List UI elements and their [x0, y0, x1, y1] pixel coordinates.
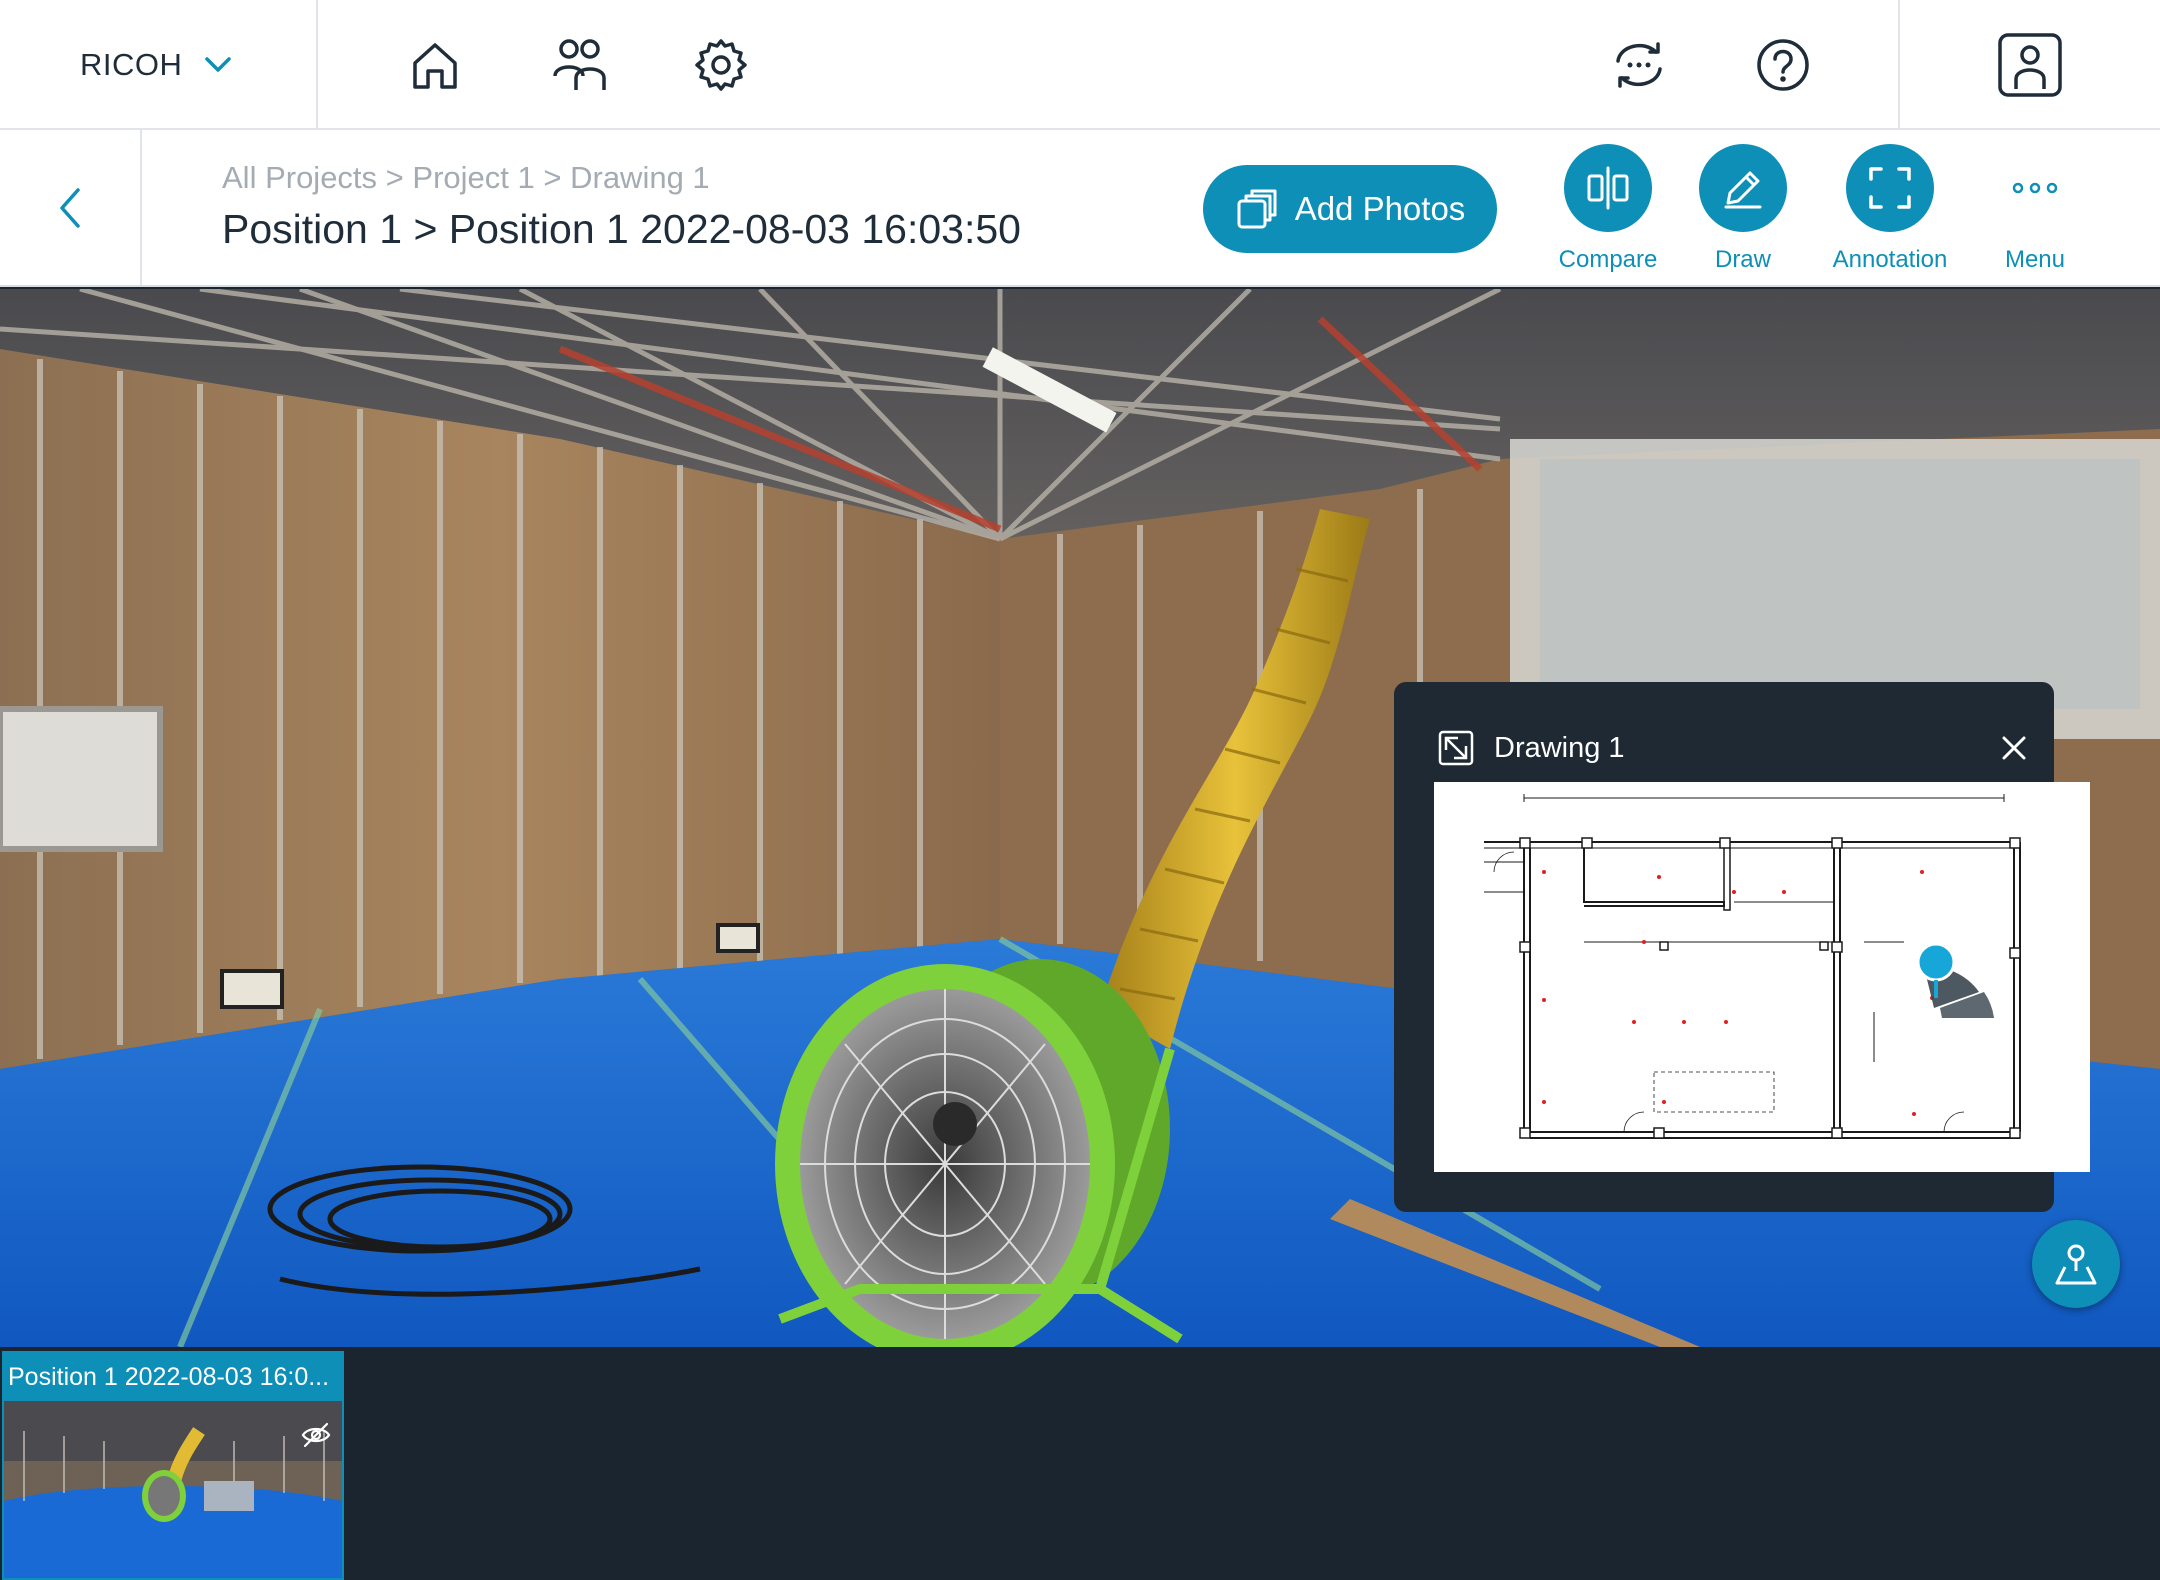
- drawing-minimap-panel: Drawing 1: [1394, 682, 2090, 1212]
- floor-plan-toggle-button[interactable]: [2032, 1220, 2120, 1308]
- breadcrumb-drawing[interactable]: Drawing 1: [570, 160, 710, 195]
- drawing-panel-title: Drawing 1: [1494, 732, 1625, 764]
- users-icon[interactable]: [544, 30, 614, 100]
- location-pin-icon: [1916, 942, 1956, 998]
- photo-filmstrip: Position 1 2022-08-03 16:0...: [0, 1347, 2160, 1580]
- photos-stack-icon: [1237, 189, 1277, 229]
- add-photos-label: Add Photos: [1294, 190, 1466, 227]
- breadcrumb-all-projects[interactable]: All Projects: [222, 160, 377, 195]
- expand-icon[interactable]: [1438, 730, 1474, 766]
- back-button[interactable]: [0, 130, 142, 285]
- pencil-icon: [1699, 144, 1787, 232]
- top-bar: RICOH: [0, 0, 2160, 130]
- breadcrumb-separator: >: [543, 160, 562, 195]
- compare-button[interactable]: Compare: [1533, 144, 1683, 274]
- draw-button[interactable]: Draw: [1668, 144, 1818, 274]
- brand-dropdown[interactable]: RICOH: [0, 0, 318, 130]
- add-photos-button[interactable]: Add Photos: [1203, 165, 1497, 253]
- breadcrumb-project[interactable]: Project 1: [412, 160, 534, 195]
- thumbnail-label: Position 1 2022-08-03 16:0...: [8, 1363, 330, 1391]
- help-icon[interactable]: [1748, 30, 1818, 100]
- compare-label: Compare: [1558, 246, 1658, 273]
- settings-icon[interactable]: [686, 30, 756, 100]
- floor-plan[interactable]: [1434, 782, 2090, 1172]
- chevron-left-icon: [60, 187, 80, 228]
- account-icon[interactable]: [1996, 31, 2064, 99]
- draw-label: Draw: [1714, 246, 1771, 273]
- map-pin-icon: [2055, 1244, 2097, 1285]
- chevron-down-icon: [205, 57, 232, 72]
- annotation-label: Annotation: [1832, 246, 1948, 273]
- close-icon[interactable]: [1994, 728, 2034, 768]
- more-icon: [1991, 144, 2079, 232]
- floor-plan-drawing: [1484, 794, 2021, 1139]
- sync-icon[interactable]: [1604, 30, 1674, 100]
- breadcrumb: All Projects > Project 1 > Drawing 1: [222, 160, 710, 196]
- account-area: [1898, 0, 2160, 130]
- menu-button[interactable]: Menu: [1960, 144, 2110, 274]
- photo-thumbnail[interactable]: Position 1 2022-08-03 16:0...: [2, 1351, 344, 1580]
- sub-header: All Projects > Project 1 > Drawing 1 Pos…: [0, 130, 2160, 287]
- compare-icon: [1564, 144, 1652, 232]
- brand-label: RICOH: [80, 47, 183, 82]
- menu-label: Menu: [2004, 246, 2066, 273]
- thumbnail-image: [4, 1401, 342, 1578]
- annotation-button[interactable]: Annotation: [1815, 144, 1965, 274]
- hidden-icon[interactable]: [300, 1419, 332, 1451]
- home-icon[interactable]: [400, 30, 470, 100]
- page-title: Position 1 > Position 1 2022-08-03 16:03…: [222, 206, 1021, 252]
- breadcrumb-separator: >: [385, 160, 404, 195]
- annotation-icon: [1846, 144, 1934, 232]
- panorama-viewer[interactable]: Drawing 1: [0, 289, 2160, 1347]
